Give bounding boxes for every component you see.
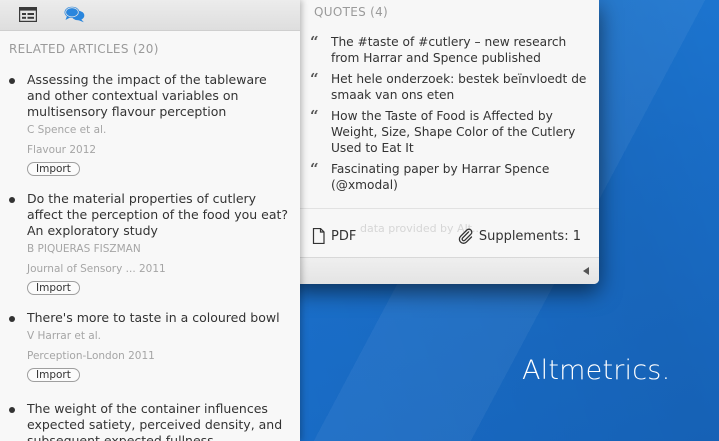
quote-item[interactable]: “ The #taste of #cutlery – new research … [310,34,590,66]
tab-quotes[interactable] [64,6,85,27]
article-item: Do the material properties of cutlery af… [9,191,294,295]
collapse-arrow-icon[interactable] [583,267,589,275]
quote-mark-icon: “ [310,33,319,51]
article-title[interactable]: The weight of the container influences e… [27,401,294,441]
article-journal: Perception-London 2011 [27,350,155,362]
card-footer-bar [300,257,599,284]
bullet-icon [9,316,15,322]
article-authors: B PIQUERAS FISZMAN [27,243,141,255]
altmetrics-brand: Altmetrics. [522,355,671,386]
quote-item[interactable]: “ Het hele onderzoek: bestek beïnvloedt … [310,71,590,103]
quote-mark-icon: “ [310,70,319,88]
bullet-icon [9,407,15,413]
paperclip-icon [458,228,473,244]
tab-bar [0,0,300,31]
import-button[interactable]: Import [27,162,80,176]
quote-item[interactable]: “ How the Taste of Food is Affected by W… [310,108,590,156]
speech-bubbles-icon [64,6,85,23]
pdf-label: PDF [331,228,357,244]
quote-mark-icon: “ [310,107,319,125]
quotes-heading: QUOTES (4) [314,5,389,19]
related-articles-heading: RELATED ARTICLES (20) [9,42,159,56]
article-journal: Flavour 2012 [27,144,97,156]
article-authors: C Spence et al. [27,124,107,136]
tab-articles[interactable] [19,7,37,26]
quote-text: Fascinating paper by Harrar Spence (@xmo… [331,162,550,192]
import-button[interactable]: Import [27,281,80,295]
quotes-card: QUOTES (4) “ The #taste of #cutlery – ne… [290,0,599,284]
bullet-icon [9,78,15,84]
article-item: There's more to taste in a coloured bowl… [9,310,294,382]
quote-item[interactable]: “ Fascinating paper by Harrar Spence (@x… [310,161,590,193]
article-item: Assessing the impact of the tableware an… [9,72,294,176]
quote-text: How the Taste of Food is Affected by Wei… [331,109,576,155]
article-item: The weight of the container influences e… [9,401,294,441]
document-icon [312,228,325,244]
article-journal: Journal of Sensory ... 2011 [27,263,166,275]
divider [300,208,599,209]
article-title[interactable]: There's more to taste in a coloured bowl [27,310,294,326]
related-articles-panel: RELATED ARTICLES (20) Assessing the impa… [0,0,300,441]
import-button[interactable]: Import [27,368,80,382]
supplements-button[interactable]: Supplements: 1 [458,226,581,246]
bullet-icon [9,197,15,203]
pdf-button[interactable]: PDF [312,226,356,246]
article-title[interactable]: Assessing the impact of the tableware an… [27,72,294,120]
supplements-label: Supplements: 1 [478,228,581,244]
article-list-icon [19,7,37,23]
quote-text: Het hele onderzoek: bestek beïnvloedt de… [331,72,587,102]
article-authors: V Harrar et al. [27,330,101,342]
quote-mark-icon: “ [310,160,319,178]
article-title[interactable]: Do the material properties of cutlery af… [27,191,294,239]
quote-text: The #taste of #cutlery – new research fr… [331,35,567,65]
